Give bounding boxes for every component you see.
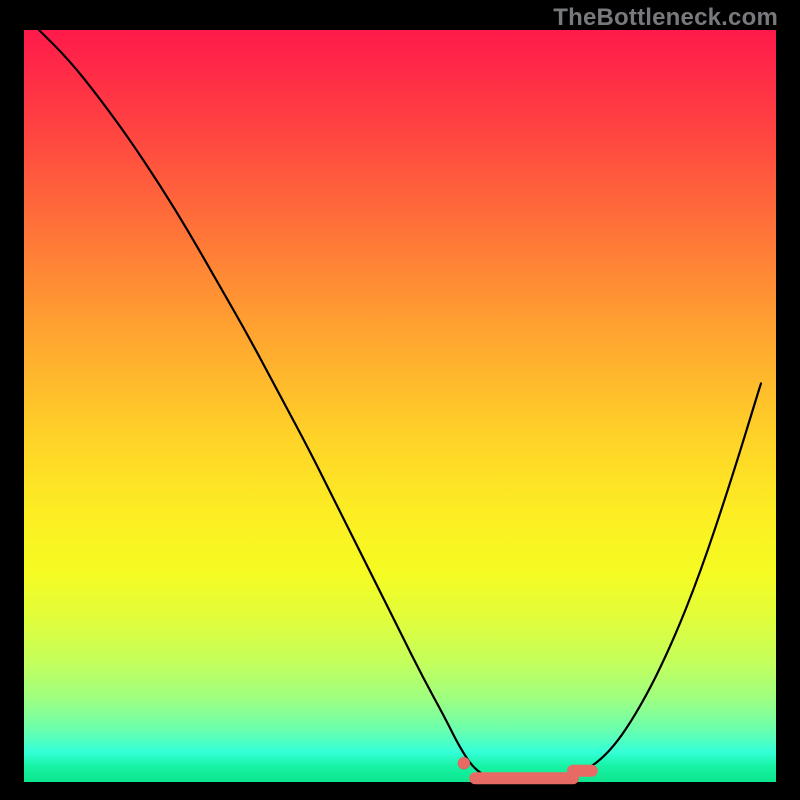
curve-layer bbox=[24, 30, 776, 782]
chart-frame: TheBottleneck.com bbox=[0, 0, 800, 800]
watermark-label: TheBottleneck.com bbox=[553, 4, 778, 32]
bottleneck-curve bbox=[39, 30, 761, 782]
marker-dot bbox=[458, 757, 470, 769]
marker-layer bbox=[458, 757, 592, 778]
plot-area bbox=[24, 30, 776, 782]
